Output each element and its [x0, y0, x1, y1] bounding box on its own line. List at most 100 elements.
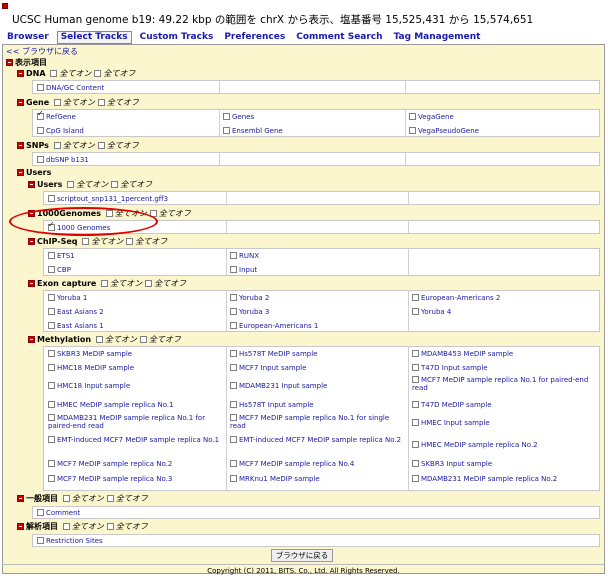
track-item[interactable]: T47D Input sample — [412, 364, 597, 372]
track-item[interactable]: scriptout_snp131_1percent.gff3 — [48, 195, 168, 203]
track-checkbox[interactable] — [48, 308, 55, 315]
all-off-checkbox[interactable] — [139, 336, 147, 343]
track-item[interactable]: VegaGene — [409, 113, 454, 121]
track-item[interactable]: MDAMB231 MeDIP sample replica No.2 — [412, 475, 597, 483]
track-item[interactable]: European-Americans 2 — [412, 294, 500, 302]
all-on-checkbox[interactable] — [53, 142, 61, 149]
track-item[interactable]: MDAMB453 MeDIP sample — [412, 350, 597, 358]
all-off-checkbox[interactable] — [106, 523, 114, 530]
track-checkbox[interactable] — [48, 436, 55, 443]
track-item[interactable]: EMT-induced MCF7 MeDIP sample replica No… — [230, 436, 406, 444]
track-checkbox[interactable] — [230, 401, 237, 408]
track-item[interactable]: Hs578T MeDIP sample — [230, 350, 406, 358]
track-item[interactable]: Yoruba 2 — [230, 294, 269, 302]
track-item[interactable]: Yoruba 4 — [412, 308, 451, 316]
track-checkbox[interactable] — [48, 401, 55, 408]
all-on-checkbox[interactable] — [101, 280, 109, 287]
track-checkbox[interactable] — [37, 110, 44, 120]
track-checkbox[interactable] — [37, 156, 44, 163]
track-checkbox[interactable] — [48, 322, 55, 329]
track-checkbox[interactable] — [48, 460, 55, 467]
track-item[interactable]: HMC18 Input sample — [48, 382, 224, 390]
track-checkbox[interactable] — [48, 350, 55, 357]
track-item[interactable]: MDAMB231 MeDIP sample replica No.1 for p… — [48, 414, 224, 430]
collapse-icon[interactable] — [17, 495, 24, 502]
track-item[interactable]: East Asians 1 — [48, 322, 104, 330]
track-item[interactable]: MCF7 MeDIP sample replica No.1 for paire… — [412, 376, 597, 392]
track-checkbox[interactable] — [409, 113, 416, 120]
track-item[interactable]: Input — [230, 266, 257, 274]
tab-browser[interactable]: Browser — [4, 32, 52, 43]
tab-comment-search[interactable]: Comment Search — [293, 32, 385, 43]
track-item[interactable]: East Asians 2 — [48, 308, 104, 316]
track-checkbox[interactable] — [412, 475, 419, 482]
track-item[interactable]: European-Americans 1 — [230, 322, 318, 330]
all-on-checkbox[interactable] — [82, 238, 90, 245]
track-checkbox[interactable] — [230, 414, 237, 421]
track-checkbox[interactable] — [412, 350, 419, 357]
track-checkbox[interactable] — [230, 294, 237, 301]
tab-preferences[interactable]: Preferences — [221, 32, 288, 43]
all-off-checkbox[interactable] — [145, 280, 153, 287]
all-off-checkbox[interactable] — [106, 495, 114, 502]
track-item[interactable]: HMEC Input sample — [412, 419, 597, 427]
collapse-icon[interactable] — [17, 70, 24, 77]
back-to-browser-link[interactable]: << ブラウザに戻る — [6, 46, 78, 57]
track-checkbox[interactable] — [37, 84, 44, 91]
tab-select-tracks[interactable]: Select Tracks — [56, 30, 132, 44]
track-checkbox[interactable] — [412, 308, 419, 315]
collapse-icon[interactable] — [28, 280, 35, 287]
track-item[interactable]: VegaPseudoGene — [409, 127, 479, 135]
track-checkbox[interactable] — [48, 382, 55, 389]
track-item[interactable]: EMT-induced MCF7 MeDIP sample replica No… — [48, 436, 224, 444]
track-checkbox[interactable] — [37, 127, 44, 134]
track-item[interactable]: RUNX — [230, 252, 259, 260]
all-off-checkbox[interactable] — [94, 70, 102, 77]
all-on-checkbox[interactable] — [95, 336, 103, 343]
track-item[interactable]: Ensembl Gene — [223, 127, 283, 135]
track-checkbox[interactable] — [230, 382, 237, 389]
track-item[interactable]: MDAMB231 Input sample — [230, 382, 406, 390]
track-item[interactable]: CpG Island — [37, 127, 84, 135]
track-item[interactable]: MCF7 MeDIP sample replica No.2 — [48, 460, 224, 468]
collapse-icon[interactable] — [17, 523, 24, 530]
all-on-checkbox[interactable] — [67, 181, 75, 188]
track-checkbox[interactable] — [230, 266, 237, 273]
collapse-icon[interactable] — [17, 169, 24, 176]
track-item[interactable]: MRKnu1 MeDIP sample — [230, 475, 406, 483]
tab-tag-management[interactable]: Tag Management — [391, 32, 484, 43]
track-checkbox[interactable] — [230, 364, 237, 371]
collapse-icon[interactable] — [17, 99, 24, 106]
track-checkbox[interactable] — [48, 294, 55, 301]
track-item[interactable]: MCF7 MeDIP sample replica No.1 for singl… — [230, 414, 406, 430]
track-checkbox[interactable] — [412, 294, 419, 301]
all-on-checkbox[interactable] — [62, 495, 70, 502]
collapse-icon[interactable] — [28, 336, 35, 343]
track-checkbox[interactable] — [230, 475, 237, 482]
track-checkbox[interactable] — [48, 414, 55, 421]
track-checkbox[interactable] — [37, 537, 44, 544]
track-checkbox[interactable] — [412, 401, 419, 408]
track-item[interactable]: RefGene — [37, 110, 76, 121]
all-on-checkbox[interactable] — [53, 99, 61, 106]
all-off-checkbox[interactable] — [97, 142, 105, 149]
track-checkbox[interactable] — [223, 127, 230, 134]
track-checkbox[interactable] — [412, 441, 419, 448]
track-item[interactable]: DNA/GC Content — [37, 84, 104, 92]
track-checkbox[interactable] — [48, 266, 55, 273]
track-checkbox[interactable] — [412, 376, 419, 383]
track-item[interactable]: SKBR3 MeDIP sample — [48, 350, 224, 358]
track-item[interactable]: SKBR3 Input sample — [412, 460, 597, 468]
track-checkbox[interactable] — [48, 364, 55, 371]
track-checkbox[interactable] — [230, 350, 237, 357]
track-checkbox[interactable] — [48, 252, 55, 259]
track-checkbox[interactable] — [37, 509, 44, 516]
track-checkbox[interactable] — [48, 195, 55, 202]
track-checkbox[interactable] — [48, 475, 55, 482]
track-checkbox[interactable] — [230, 252, 237, 259]
track-item[interactable]: dbSNP b131 — [37, 156, 89, 164]
track-item[interactable]: Comment — [37, 509, 80, 517]
track-checkbox[interactable] — [412, 364, 419, 371]
track-item[interactable]: Restriction Sites — [37, 537, 103, 545]
track-item[interactable]: CBP — [48, 266, 71, 274]
